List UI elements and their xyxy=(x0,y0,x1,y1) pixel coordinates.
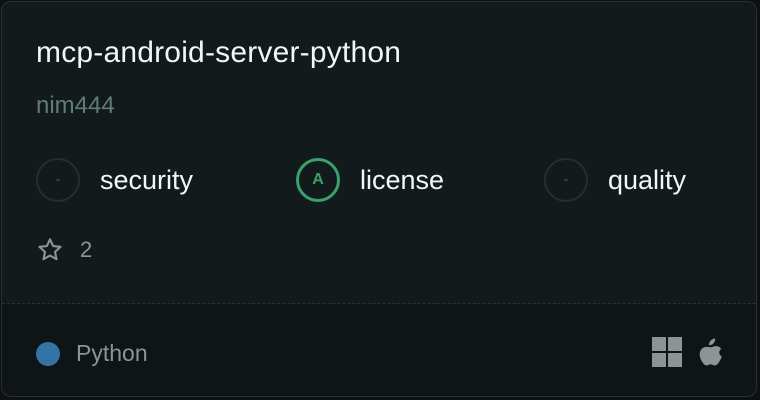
language-name: Python xyxy=(76,340,148,366)
repo-title[interactable]: mcp-android-server-python xyxy=(36,36,401,70)
security-label: security xyxy=(100,164,194,195)
star-count-value: 2 xyxy=(80,237,93,262)
repo-owner[interactable]: nim444 xyxy=(36,92,115,120)
platform-icons xyxy=(652,337,724,367)
license-score: A license xyxy=(296,156,444,204)
quality-score: - quality xyxy=(544,156,686,204)
quality-grade-badge: - xyxy=(544,158,588,202)
security-grade-badge: - xyxy=(36,158,80,202)
star-icon xyxy=(38,238,62,261)
star-count: 2 xyxy=(36,234,92,266)
repo-card[interactable]: mcp-android-server-python nim444 - secur… xyxy=(1,1,757,397)
license-label: license xyxy=(360,164,445,195)
security-score: - security xyxy=(36,156,193,204)
language-color-dot xyxy=(36,341,60,366)
card-footer: Python xyxy=(2,304,756,396)
language-indicator: Python xyxy=(36,340,148,367)
quality-label: quality xyxy=(608,164,687,195)
apple-icon xyxy=(699,338,722,366)
windows-icon xyxy=(652,337,682,367)
license-grade-badge: A xyxy=(296,158,340,202)
